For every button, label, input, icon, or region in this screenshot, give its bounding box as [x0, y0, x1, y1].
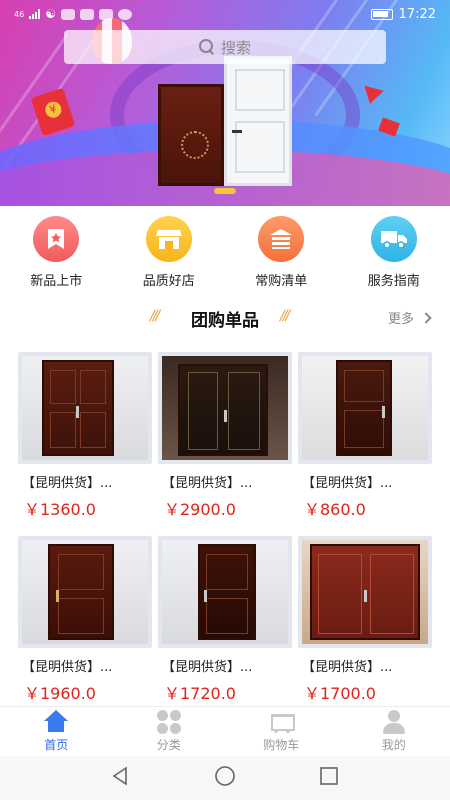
product-name: 【昆明供货】... [302, 476, 393, 491]
profile-icon [381, 710, 407, 734]
product-price: ￥2900.0 [164, 500, 236, 519]
list-icon [258, 216, 305, 262]
tab-category[interactable]: 分类 [113, 707, 226, 756]
app-notification-icon [60, 8, 75, 20]
more-label: 更多 [387, 312, 414, 327]
tab-label: 分类 [156, 738, 181, 752]
tab-label: 首页 [44, 738, 69, 752]
category-label: 服务指南 [367, 274, 420, 289]
product-name: 【昆明供货】... [22, 660, 113, 675]
product-grid: 【昆明供货】... ￥1360.0 【昆明供货】... ￥2900.0 【昆明供… [0, 346, 450, 706]
app-notification-icon [117, 8, 132, 20]
product-name: 【昆明供货】... [162, 660, 253, 675]
product-card[interactable]: 【昆明供货】... ￥1720.0 [158, 530, 292, 703]
cart-icon [268, 710, 296, 734]
product-image [158, 536, 292, 648]
category-new-arrivals[interactable]: 新品上市 [0, 206, 113, 292]
tab-profile[interactable]: 我的 [338, 707, 450, 756]
storefront-icon [145, 216, 192, 262]
category-shortcuts: 新品上市 品质好店 常购清单 服务指南 [0, 206, 450, 292]
battery-icon [370, 8, 393, 20]
tab-label: 购物车 [263, 738, 300, 752]
product-card[interactable]: 【昆明供货】... ￥1960.0 [18, 530, 152, 703]
network-type: 46 [14, 9, 25, 19]
bottom-tab-bar: 首页 分类 购物车 我的 [0, 706, 450, 756]
door-handle [232, 130, 242, 133]
product-name: 【昆明供货】... [302, 660, 393, 675]
carousel-indicator[interactable] [214, 188, 236, 194]
back-icon[interactable] [111, 766, 131, 790]
search-bar[interactable]: 搜索 [64, 30, 386, 64]
banner-door-dark [158, 84, 224, 186]
signal-icon [29, 9, 41, 19]
home-nav-icon[interactable] [214, 765, 236, 791]
category-label: 常购清单 [255, 274, 308, 289]
product-image [298, 536, 432, 648]
banner-door-white [224, 56, 292, 186]
red-envelope-decoration [30, 87, 76, 137]
category-service-guide[interactable]: 服务指南 [338, 206, 450, 292]
clock: 17:22 [398, 6, 436, 22]
product-image [158, 352, 292, 464]
product-price: ￥1360.0 [24, 500, 96, 519]
app-notification-icon [79, 8, 94, 20]
app-notification-icon [98, 8, 113, 20]
product-price: ￥1960.0 [24, 684, 96, 703]
product-card[interactable]: 【昆明供货】... ￥1360.0 [18, 346, 152, 519]
category-label: 新品上市 [30, 274, 83, 289]
bookmark-star-icon [33, 216, 80, 262]
category-icon [156, 710, 182, 734]
category-label: 品质好店 [142, 274, 195, 289]
product-image [18, 536, 152, 648]
category-quality-stores[interactable]: 品质好店 [113, 206, 226, 292]
wifi-icon: ☯ [45, 7, 56, 21]
status-bar: 46 ☯ 17:22 [0, 0, 450, 28]
tab-label: 我的 [381, 738, 406, 752]
slash-decoration: /// [280, 308, 290, 324]
triangle-decoration [360, 85, 384, 107]
group-buy-section-header: /// 团购单品 /// 更多 [0, 292, 450, 346]
more-link[interactable]: 更多 [387, 308, 432, 327]
product-card[interactable]: 【昆明供货】... ￥2900.0 [158, 346, 292, 519]
product-card[interactable]: 【昆明供货】... ￥860.0 [298, 346, 432, 519]
system-navigation-bar [0, 756, 450, 800]
product-image [298, 352, 432, 464]
delivery-truck-icon [370, 216, 417, 262]
tab-home[interactable]: 首页 [0, 707, 113, 756]
chevron-right-icon [420, 311, 432, 324]
recent-apps-icon[interactable] [319, 766, 339, 790]
product-name: 【昆明供货】... [22, 476, 113, 491]
tab-cart[interactable]: 购物车 [225, 707, 338, 756]
home-icon [43, 710, 69, 734]
search-icon [198, 39, 215, 55]
product-card[interactable]: 【昆明供货】... ￥1700.0 [298, 530, 432, 703]
product-price: ￥1720.0 [164, 684, 236, 703]
product-name: 【昆明供货】... [162, 476, 253, 491]
category-frequent-list[interactable]: 常购清单 [225, 206, 338, 292]
product-price: ￥860.0 [304, 500, 366, 519]
product-price: ￥1700.0 [304, 684, 376, 703]
search-placeholder: 搜索 [220, 38, 251, 57]
section-title: 团购单品 [191, 311, 259, 331]
product-image [18, 352, 152, 464]
